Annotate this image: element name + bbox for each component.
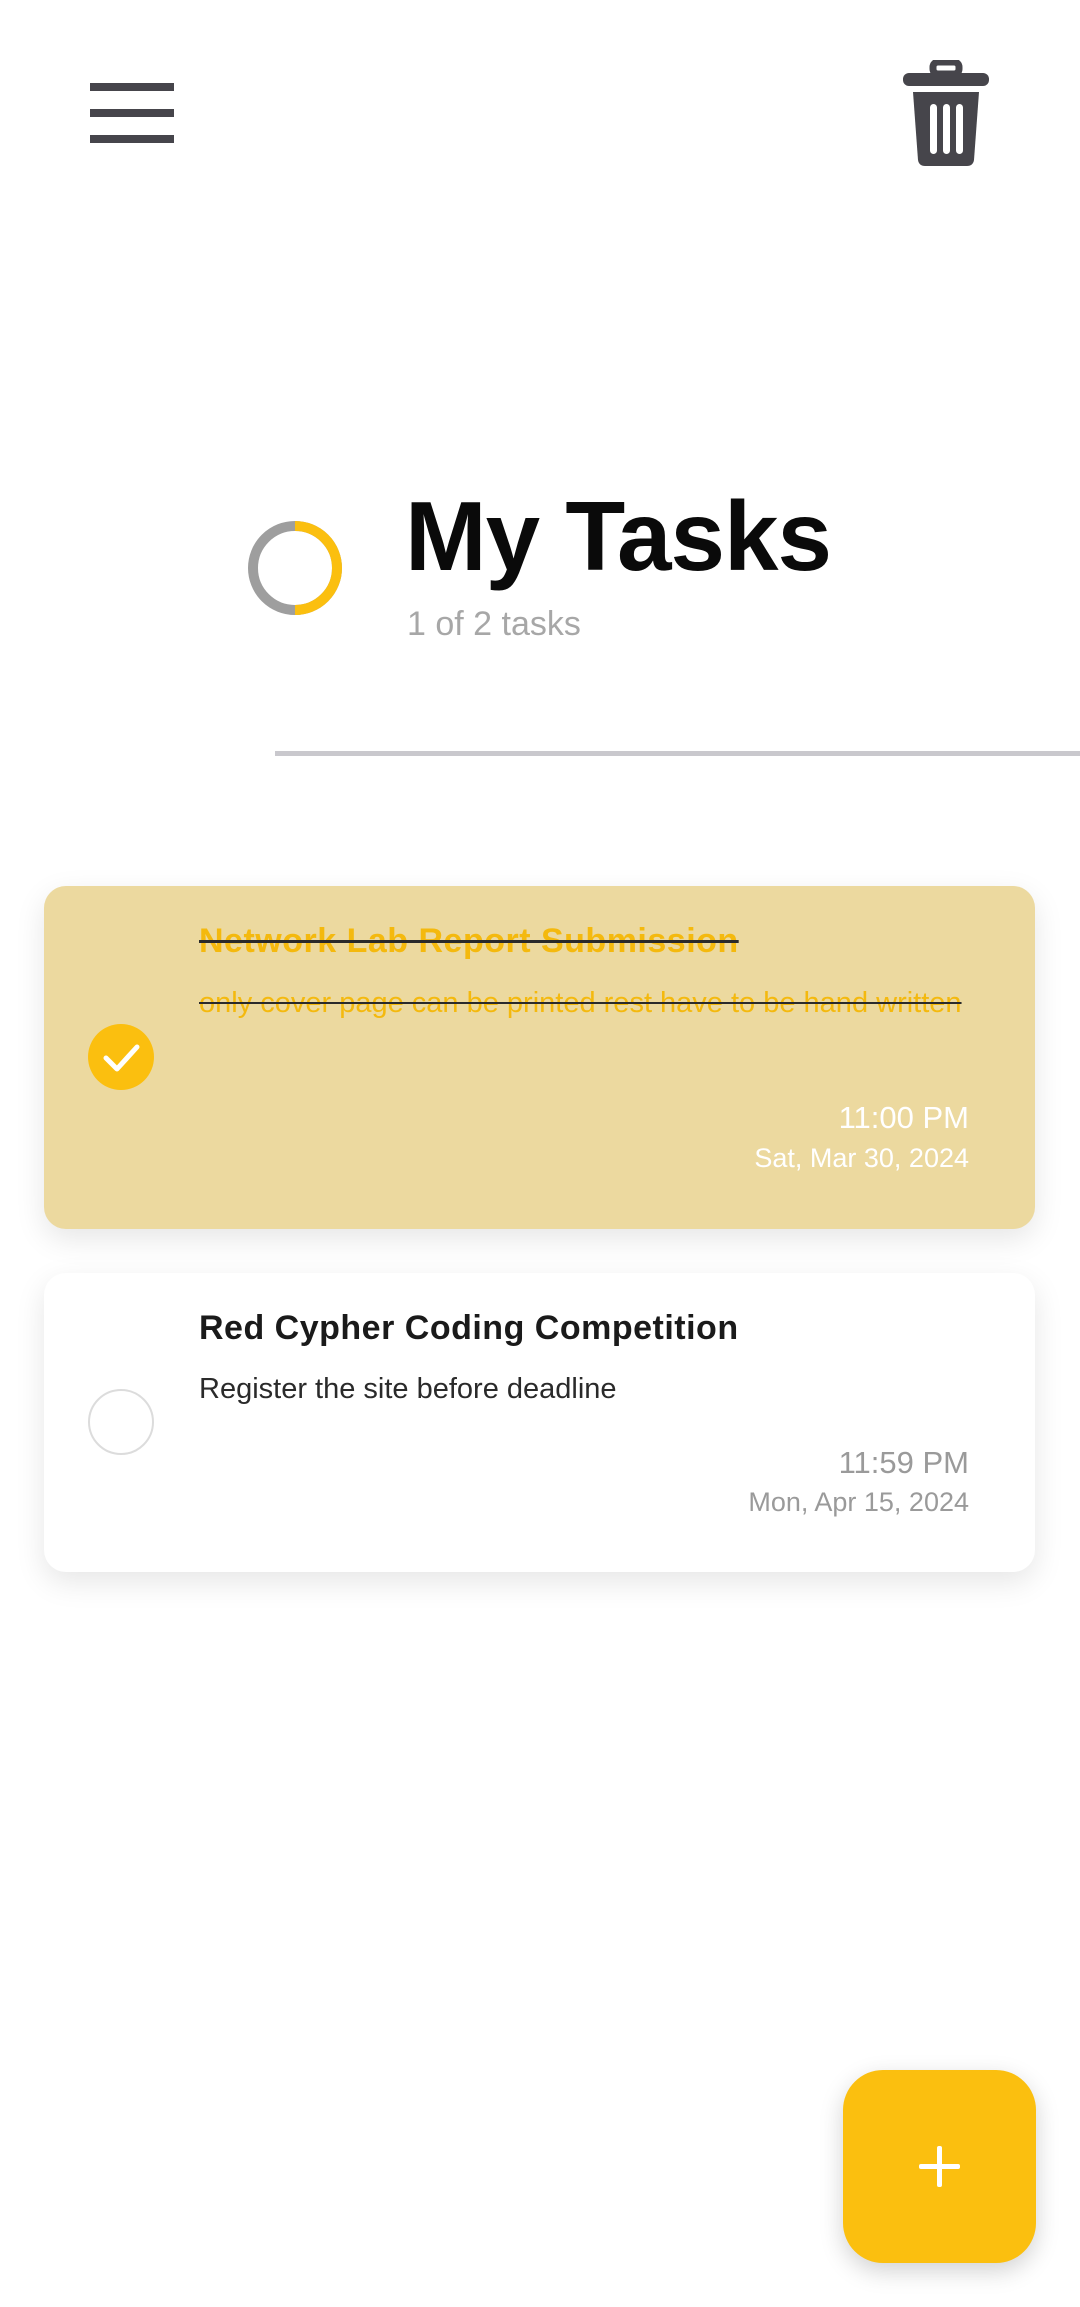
task-date: Mon, Apr 15, 2024	[748, 1487, 969, 1517]
add-task-button[interactable]	[843, 2070, 1036, 2263]
task-description: Register the site before deadline	[199, 1373, 617, 1405]
task-count: 1 of 2 tasks	[407, 605, 581, 643]
progress-arc	[294, 521, 342, 615]
task-description: only cover page can be printed rest have…	[199, 987, 962, 1019]
trash-icon[interactable]	[901, 58, 991, 168]
hamburger-menu-icon[interactable]	[90, 83, 174, 143]
header-divider	[275, 751, 1080, 756]
checkmark-icon	[103, 1044, 140, 1072]
task-checkbox-checked[interactable]	[88, 1024, 154, 1090]
task-time: 11:00 PM	[838, 1100, 969, 1135]
task-title: Red Cypher Coding Competition	[199, 1309, 739, 1347]
progress-ring	[245, 518, 345, 618]
task-card-pending[interactable]: Red Cypher Coding Competition Register t…	[44, 1273, 1035, 1572]
task-time: 11:59 PM	[838, 1445, 969, 1480]
page-title: My Tasks	[405, 481, 832, 591]
task-date: Sat, Mar 30, 2024	[754, 1143, 969, 1173]
tasks-header: My Tasks 1 of 2 tasks	[245, 480, 1080, 780]
task-checkbox-unchecked[interactable]	[88, 1389, 154, 1455]
task-title: Network Lab Report Submission	[199, 922, 739, 960]
task-card-completed[interactable]: Network Lab Report Submission only cover…	[44, 886, 1035, 1229]
plus-icon	[919, 2146, 960, 2187]
